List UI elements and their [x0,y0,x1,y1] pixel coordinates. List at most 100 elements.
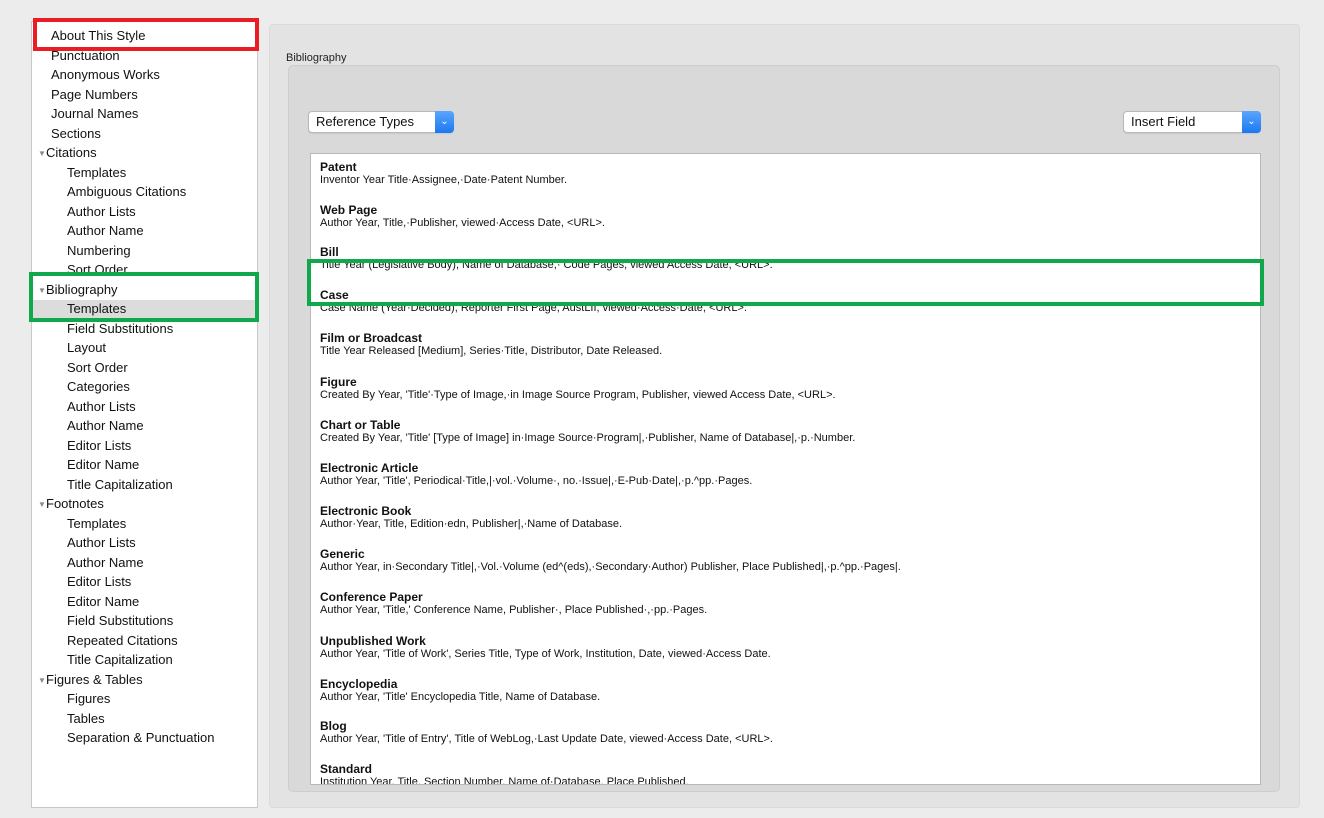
highlight-box-red [33,18,259,51]
template-entry[interactable]: Figure Created By Year, 'Title'·Type of I… [320,376,836,402]
sidebar-item-author-lists[interactable]: Author Lists [32,398,257,418]
sidebar-item-author-name[interactable]: Author Name [32,554,257,574]
sidebar-item-citations[interactable]: ▼ Citations [32,144,257,164]
insert-field-dropdown[interactable]: Insert Field ⌄ [1123,111,1261,133]
sidebar-item-author-lists[interactable]: Author Lists [32,534,257,554]
template-format: Author Year, 'Title of Work', Series Tit… [320,648,771,660]
template-format: Created By Year, 'Title'·Type of Image,·… [320,389,836,401]
sidebar-item-author-lists[interactable]: Author Lists [32,203,257,223]
sidebar-item-numbering[interactable]: Numbering [32,242,257,262]
template-format: Created By Year, 'Title' [Type of Image]… [320,432,856,444]
disclosure-triangle-icon[interactable]: ▼ [38,671,46,691]
sidebar-item-editor-name[interactable]: Editor Name [32,456,257,476]
sidebar-item-label: Figures [67,691,111,706]
template-entry[interactable]: Film or Broadcast Title Year Released [Me… [320,332,662,358]
template-format: Author Year, 'Title,' Conference Name, P… [320,604,708,616]
sidebar-item-editor-lists[interactable]: Editor Lists [32,573,257,593]
template-entry[interactable]: Electronic Article Author Year, 'Title', … [320,462,752,488]
sidebar-item-label: Author Lists [67,203,136,219]
sidebar-item-field-substitutions[interactable]: Field Substitutions [32,612,257,632]
template-entry[interactable]: Conference Paper Author Year, 'Title,' Co… [320,591,707,617]
sidebar-item-figures[interactable]: Figures [32,690,257,710]
sidebar-item-label: Field Substitutions [67,613,174,628]
sidebar-item-label: Title Capitalization [67,652,173,667]
highlight-box-green-template [307,259,1264,306]
sidebar-item-label: Author Name [67,554,144,570]
sidebar-item-editor-lists[interactable]: Editor Lists [32,437,257,457]
sidebar-item-label: Editor Lists [67,437,132,453]
sidebar-item-editor-name[interactable]: Editor Name [32,593,257,613]
template-format: Author Year, 'Title', Periodical·Title,|… [320,475,753,487]
template-format: Author Year, 'Title of Entry', Title of … [320,733,773,745]
sidebar-item-label: Author Name [67,223,144,238]
chevron-down-icon: ⌄ [435,111,454,133]
template-entry[interactable]: Web Page Author Year, Title,·Publisher, v… [320,204,605,230]
sidebar-item-categories[interactable]: Categories [32,378,257,398]
sidebar-item-label: Footnotes [46,496,104,511]
template-name: Film or Broadcast [320,331,423,345]
template-entry[interactable]: Patent Inventor Year Title·Assignee,·Date… [320,161,567,187]
sidebar-item-label: Separation & Punctuation [67,730,215,745]
disclosure-triangle-icon[interactable]: ▼ [38,144,46,164]
template-name: Patent [320,160,357,174]
reference-types-label: Reference Types [316,114,415,129]
sidebar-item-sections[interactable]: Sections [32,125,257,145]
sidebar-item-author-name[interactable]: Author Name [32,417,257,437]
sidebar-item-templates[interactable]: Templates [32,515,257,535]
sidebar-item-footnotes[interactable]: ▼ Footnotes [32,495,257,515]
template-format: Title Year Released [Medium], Series·Tit… [320,345,663,357]
sidebar-item-journal-names[interactable]: Journal Names [32,105,257,125]
template-entry[interactable]: Encyclopedia Author Year, 'Title' Encyclo… [320,678,600,704]
sidebar-item-separation-punctuation[interactable]: Separation & Punctuation [32,729,257,749]
template-name: Generic [320,547,365,561]
templates-editor[interactable]: Patent Inventor Year Title·Assignee,·Date… [310,153,1261,785]
template-name: Electronic Article [320,461,419,475]
template-entry[interactable]: Blog Author Year, 'Title of Entry', Title… [320,720,773,746]
section-title: Bibliography [286,52,347,64]
sidebar-item-sort-order[interactable]: Sort Order [32,359,257,379]
template-entry[interactable]: Generic Author Year, in·Secondary Title|,… [320,548,901,574]
sidebar-item-author-name[interactable]: Author Name [32,222,257,242]
highlight-box-green-sidebar [29,272,259,322]
sidebar-item-ambiguous-citations[interactable]: Ambiguous Citations [32,183,257,203]
sidebar-item-label: Field Substitutions [67,320,174,336]
sidebar-item-page-numbers[interactable]: Page Numbers [32,86,257,106]
template-name: Blog [320,719,347,733]
template-format: Author Year, Title,·Publisher, viewed·Ac… [320,217,605,229]
template-entry[interactable]: Chart or Table Created By Year, 'Title' [… [320,419,855,445]
sidebar-item-layout[interactable]: Layout [32,339,257,359]
sidebar-item-anonymous-works[interactable]: Anonymous Works [32,66,257,86]
sidebar-item-label: Editor Name [67,457,140,472]
template-entry[interactable]: Standard Institution Year, Title, Section… [320,763,689,785]
sidebar-list: About This Style Punctuation Anonymous Wor… [32,27,257,749]
sidebar-item-label: Author Lists [67,535,136,550]
template-name: Chart or Table [320,418,401,432]
template-format: Institution Year, Title, Section Number,… [320,776,689,785]
sidebar-item-figures-tables[interactable]: ▼ Figures & Tables [32,671,257,691]
sidebar-item-title-capitalization[interactable]: Title Capitalization [32,651,257,671]
sidebar-item-label: Repeated Citations [67,632,178,648]
sidebar-item-label: Figures & Tables [46,671,143,687]
template-name: Standard [320,762,373,776]
sidebar-item-label: Sort Order [67,359,128,375]
sidebar-item-label: Page Numbers [51,86,138,102]
sidebar-item-repeated-citations[interactable]: Repeated Citations [32,632,257,652]
sidebar-item-label: Editor Name [67,593,140,609]
reference-types-dropdown[interactable]: Reference Types ⌄ [308,111,454,133]
sidebar-item-templates[interactable]: Templates [32,164,257,184]
sidebar-item-label: Ambiguous Citations [67,184,187,199]
sidebar-item-title-capitalization[interactable]: Title Capitalization [32,476,257,496]
template-entry[interactable]: Electronic Book Author·Year, Title, Editi… [320,505,622,531]
template-entry[interactable]: Unpublished Work Author Year, 'Title of W… [320,635,771,661]
sidebar-item-label: Anonymous Works [51,67,160,82]
disclosure-triangle-icon[interactable]: ▼ [38,495,46,515]
sidebar-item-label: Templates [67,164,127,180]
template-name: Electronic Book [320,504,412,518]
sidebar-item-label: Numbering [67,242,131,258]
template-name: Bill [320,245,339,259]
sidebar-item-field-substitutions[interactable]: Field Substitutions [32,320,257,340]
template-name: Web Page [320,203,378,217]
template-format: Author Year, in·Secondary Title|,·Vol.·V… [320,561,901,573]
sidebar-item-tables[interactable]: Tables [32,710,257,730]
sidebar-item-label: Categories [67,379,130,394]
